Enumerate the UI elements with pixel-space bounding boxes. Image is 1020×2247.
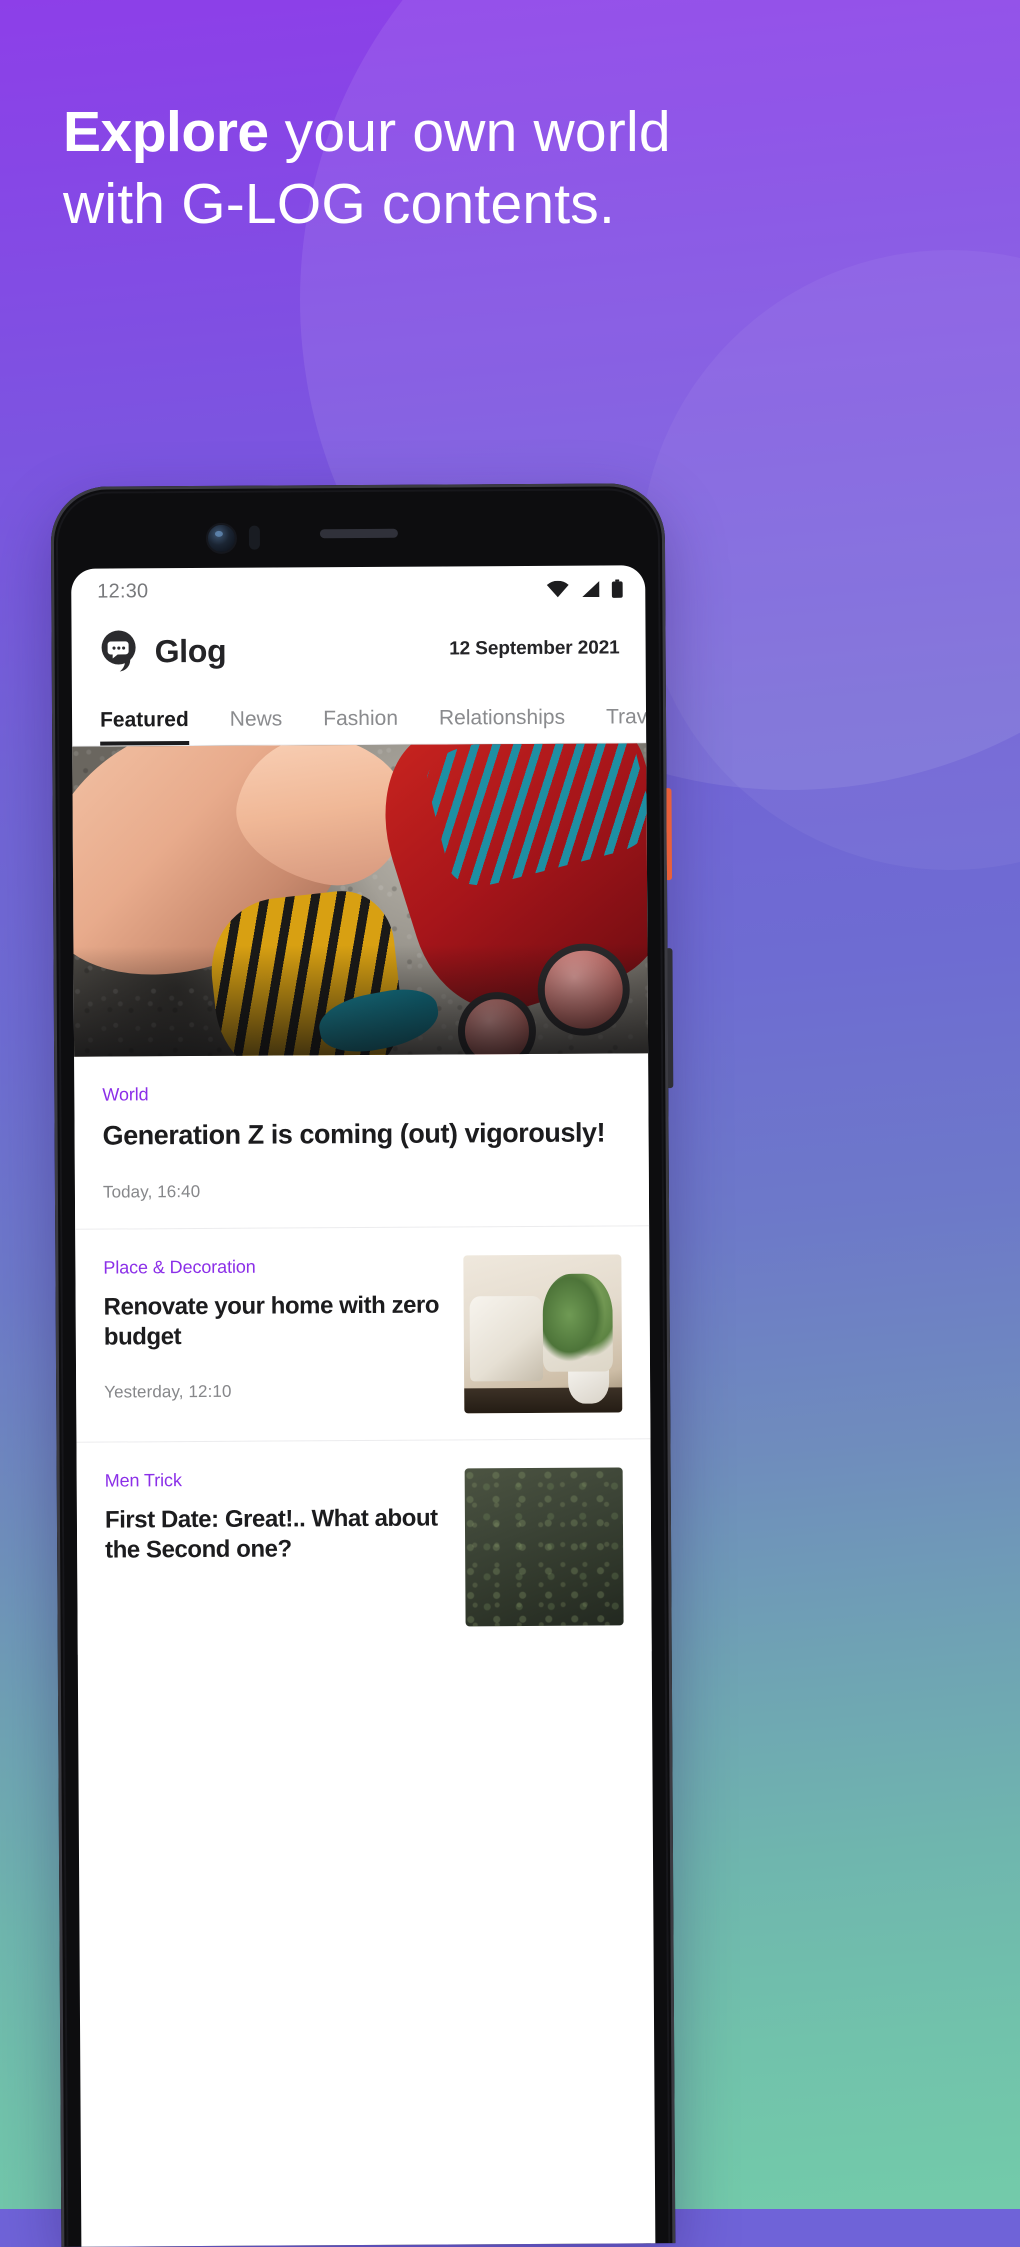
article-row: Place & Decoration Renovate your home wi…	[103, 1254, 623, 1415]
article-title: Generation Z is coming (out) vigorously!	[102, 1117, 606, 1151]
brand[interactable]: Glog	[100, 629, 227, 674]
tab-relationships[interactable]: Relationships	[439, 706, 565, 744]
article-row: World Generation Z is coming (out) vigor…	[102, 1081, 620, 1152]
signal-icon	[582, 580, 600, 597]
camera-glint	[214, 530, 223, 537]
article-thumbnail[interactable]	[463, 1254, 623, 1414]
front-camera-icon	[205, 522, 238, 554]
article-timestamp: Today, 16:40	[102, 1181, 201, 1202]
earpiece-speaker	[319, 528, 398, 539]
tab-travel[interactable]: Travel	[606, 705, 655, 742]
phone-mockup: 12:30 Glog 12 September 2021 Featured Ne…	[50, 483, 676, 2247]
tab-fashion[interactable]: Fashion	[323, 707, 398, 744]
image-shadow-overlay	[73, 943, 649, 1057]
brand-name: Glog	[154, 632, 227, 669]
promo-headline-emphasis: Explore	[63, 100, 269, 164]
article-category[interactable]: World	[102, 1081, 620, 1105]
status-bar-icons	[546, 578, 623, 598]
article-category[interactable]: Men Trick	[105, 1468, 447, 1491]
promo-headline: Explore your own world with G-LOG conten…	[63, 96, 683, 240]
article-row: Men Trick First Date: Great!.. What abou…	[105, 1467, 624, 1628]
list-item[interactable]: Men Trick First Date: Great!.. What abou…	[76, 1438, 652, 1655]
article-category[interactable]: Place & Decoration	[103, 1255, 445, 1278]
article-timestamp: Yesterday, 12:10	[104, 1381, 232, 1402]
tab-featured[interactable]: Featured	[100, 708, 189, 746]
app-header: Glog 12 September 2021	[71, 611, 645, 689]
article-title: Renovate your home with zero budget	[103, 1291, 440, 1351]
featured-article-image[interactable]	[72, 743, 649, 1057]
list-item[interactable]: Place & Decoration Renovate your home wi…	[75, 1225, 651, 1442]
power-button[interactable]	[664, 788, 673, 881]
article-list: World Generation Z is coming (out) vigor…	[74, 1053, 652, 1655]
volume-button[interactable]	[665, 948, 674, 1089]
wifi-icon	[546, 580, 569, 597]
category-tab-bar: Featured News Fashion Relationships Trav…	[71, 685, 655, 747]
status-bar: 12:30	[71, 565, 645, 615]
article-text: Men Trick First Date: Great!.. What abou…	[105, 1468, 448, 1565]
battery-icon	[611, 578, 623, 598]
proximity-sensor-icon	[248, 525, 261, 550]
status-bar-clock: 12:30	[97, 579, 149, 603]
thumbnail-vase-shape	[568, 1352, 610, 1404]
article-text: World Generation Z is coming (out) vigor…	[102, 1081, 620, 1152]
list-item[interactable]: World Generation Z is coming (out) vigor…	[74, 1053, 649, 1229]
phone-screen: 12:30 Glog 12 September 2021 Featured Ne…	[71, 565, 656, 2247]
article-text: Place & Decoration Renovate your home wi…	[103, 1255, 446, 1402]
tab-news[interactable]: News	[230, 707, 283, 744]
article-thumbnail[interactable]	[464, 1467, 624, 1627]
glog-logo-icon	[101, 630, 136, 672]
article-title: First Date: Great!.. What about the Seco…	[104, 1504, 438, 1564]
header-date: 12 September 2021	[449, 637, 620, 660]
